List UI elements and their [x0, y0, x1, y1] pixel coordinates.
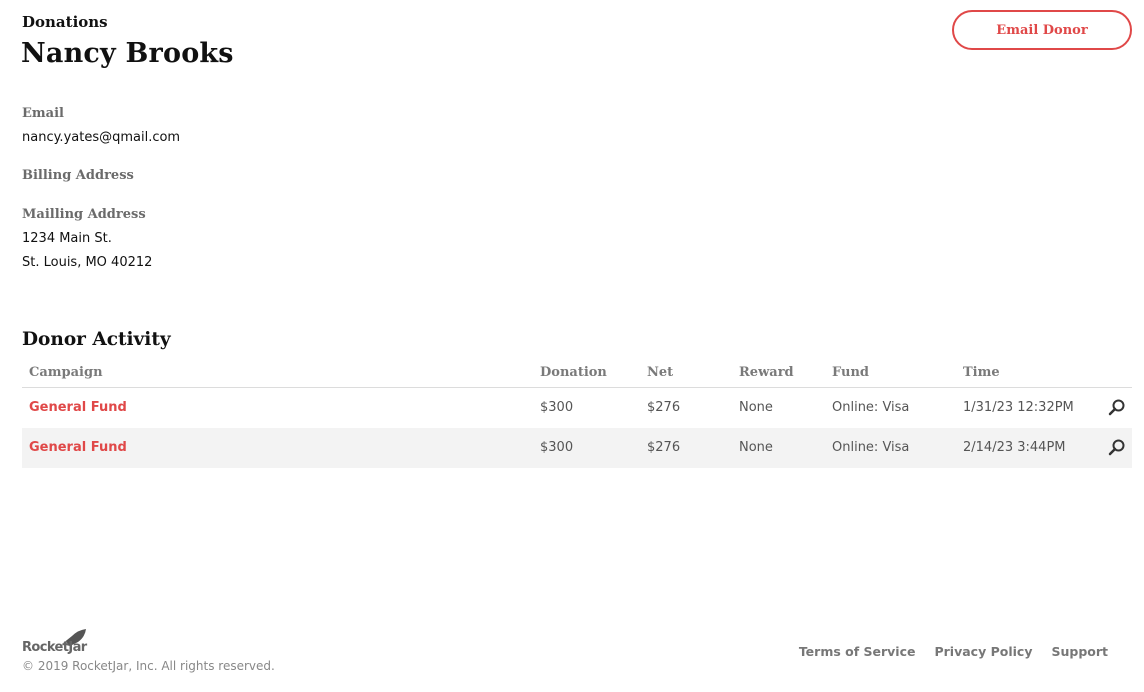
- column-header-fund: Fund: [832, 365, 869, 380]
- privacy-policy-link[interactable]: Privacy Policy: [934, 644, 1032, 659]
- column-header-time: Time: [963, 365, 1000, 380]
- mailing-address-label: Mailling Address: [22, 207, 146, 222]
- breadcrumb[interactable]: Donations: [22, 13, 108, 31]
- footer-links: Terms of Service Privacy Policy Support: [799, 644, 1108, 659]
- fund-value: Online: Visa: [832, 440, 910, 455]
- rocketjar-logo[interactable]: RocketJar: [22, 628, 92, 656]
- table-row: General Fund $300 $276 None Online: Visa…: [22, 428, 1132, 468]
- email-label: Email: [22, 106, 64, 121]
- search-icon[interactable]: [1108, 438, 1126, 456]
- donation-amount: $300: [540, 440, 574, 455]
- time-value: 1/31/23 12:32PM: [963, 400, 1074, 415]
- reward-value: None: [739, 400, 773, 415]
- column-header-campaign: Campaign: [29, 365, 103, 380]
- mailing-address-line2: St. Louis, MO 40212: [22, 255, 153, 270]
- donation-amount: $300: [540, 400, 574, 415]
- email-donor-button[interactable]: Email Donor: [952, 10, 1132, 50]
- terms-of-service-link[interactable]: Terms of Service: [799, 644, 916, 659]
- support-link[interactable]: Support: [1051, 644, 1108, 659]
- reward-value: None: [739, 440, 773, 455]
- column-header-net: Net: [647, 365, 674, 380]
- donor-activity-title: Donor Activity: [22, 329, 171, 350]
- time-value: 2/14/23 3:44PM: [963, 440, 1066, 455]
- table-header: Campaign Donation Net Reward Fund Time: [22, 360, 1132, 388]
- net-amount: $276: [647, 400, 681, 415]
- fund-value: Online: Visa: [832, 400, 910, 415]
- copyright: © 2019 RocketJar, Inc. All rights reserv…: [22, 659, 275, 673]
- mailing-address-line1: 1234 Main St.: [22, 231, 112, 246]
- table-row: General Fund $300 $276 None Online: Visa…: [22, 388, 1132, 428]
- page-title: Nancy Brooks: [21, 38, 234, 69]
- net-amount: $276: [647, 440, 681, 455]
- donor-activity-table: Campaign Donation Net Reward Fund Time G…: [22, 360, 1132, 468]
- billing-address-label: Billing Address: [22, 168, 134, 183]
- campaign-link[interactable]: General Fund: [29, 400, 127, 415]
- search-icon[interactable]: [1108, 398, 1126, 416]
- logo-text: RocketJar: [22, 640, 87, 655]
- column-header-donation: Donation: [540, 365, 607, 380]
- campaign-link[interactable]: General Fund: [29, 440, 127, 455]
- column-header-reward: Reward: [739, 365, 794, 380]
- email-value: nancy.yates@qmail.com: [22, 130, 181, 145]
